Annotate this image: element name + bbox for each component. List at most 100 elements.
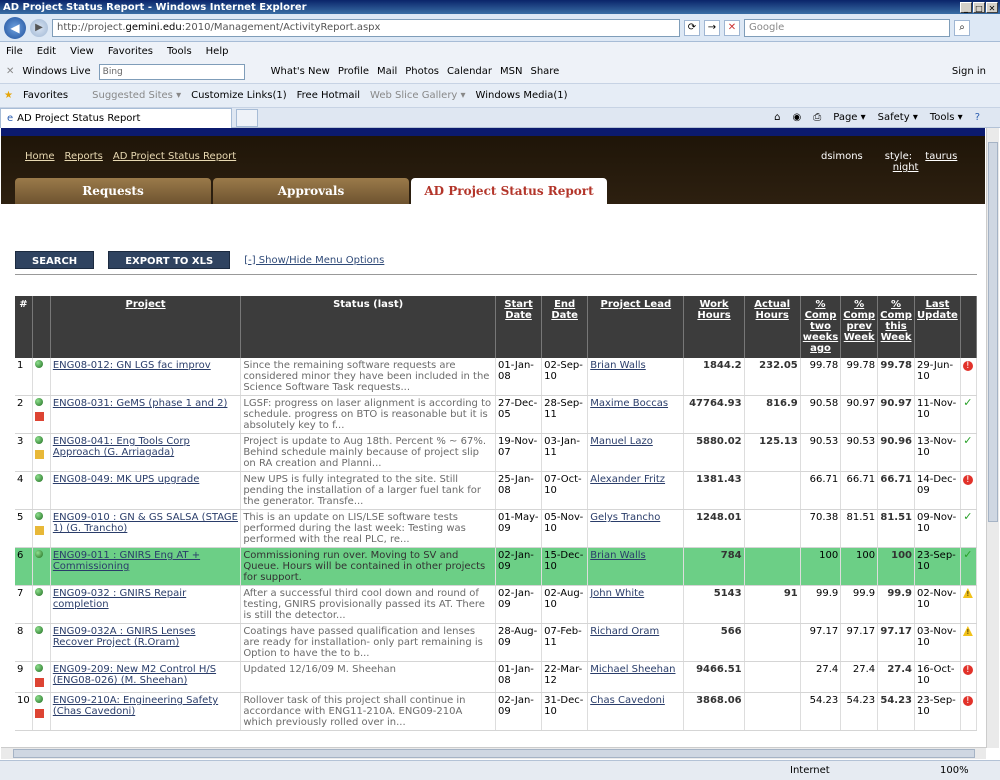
tab-approvals[interactable]: Approvals [213, 178, 409, 204]
export-xls-button[interactable]: EXPORT TO XLS [108, 251, 231, 269]
toolbar-link-profile[interactable]: Profile [338, 66, 369, 77]
breadcrumb-current[interactable]: AD Project Status Report [113, 151, 236, 162]
comp-two-weeks-cell: 99.9 [800, 585, 842, 624]
column-header[interactable]: End Date [541, 296, 589, 358]
fav-windows-media[interactable]: Windows Media(1) [476, 90, 568, 101]
go-icon[interactable]: → [704, 19, 720, 36]
feeds-icon[interactable]: ◉ [793, 112, 802, 123]
project-link[interactable]: ENG09-032A : GNIRS Lenses Recover Projec… [53, 626, 196, 648]
favorites-star-icon[interactable]: ★ [4, 90, 13, 101]
minimize-button[interactable]: _ [960, 1, 972, 13]
stop-icon[interactable]: ✕ [724, 19, 740, 36]
project-link[interactable]: ENG09-209: New M2 Control H/S (ENG08-026… [53, 664, 216, 686]
help-icon[interactable]: ? [975, 112, 980, 123]
menu-edit[interactable]: Edit [37, 46, 56, 57]
refresh-icon[interactable]: ⟳ [684, 19, 700, 36]
project-lead-link[interactable]: Chas Cavedoni [590, 695, 665, 706]
search-icon[interactable]: ⌕ [954, 19, 970, 36]
status-cell: Coatings have passed qualification and l… [240, 623, 496, 662]
search-placeholder: Google [749, 22, 785, 33]
column-header[interactable]: Project Lead [587, 296, 685, 358]
print-icon[interactable]: ⎙ [813, 112, 821, 123]
address-bar[interactable]: http://project. gemini.edu:2010/Managemen… [52, 18, 680, 37]
vertical-scrollbar[interactable] [986, 128, 999, 748]
project-link[interactable]: ENG08-041: Eng Tools Corp Approach (G. A… [53, 436, 190, 458]
project-lead-link[interactable]: Alexander Fritz [590, 474, 665, 485]
project-lead-link[interactable]: Michael Sheehan [590, 664, 675, 675]
fav-customize-links[interactable]: Customize Links(1) [191, 90, 287, 101]
zoom-level[interactable]: 100% [940, 765, 969, 776]
column-header[interactable]: % Comp two weeks ago [800, 296, 842, 358]
windows-live-link[interactable]: Windows Live [22, 66, 90, 77]
project-lead-link[interactable]: John White [590, 588, 644, 599]
breadcrumb-home[interactable]: Home [25, 151, 55, 162]
column-header[interactable]: % Comp prev Week [840, 296, 879, 358]
fav-suggested-sites[interactable]: Suggested Sites ▾ [92, 90, 181, 101]
project-lead-link[interactable]: Brian Walls [590, 550, 646, 561]
project-lead-link[interactable]: Manuel Lazo [590, 436, 653, 447]
style-taurus-link[interactable]: taurus [925, 151, 957, 162]
project-link[interactable]: ENG09-010 : GN & GS SALSA (STAGE 1) (G. … [53, 512, 238, 534]
toolbar-link-whats-new[interactable]: What's New [271, 66, 330, 77]
home-icon[interactable]: ⌂ [774, 112, 780, 123]
vertical-scroll-thumb[interactable] [988, 142, 998, 522]
menu-file[interactable]: File [6, 46, 23, 57]
browser-tab[interactable]: e AD Project Status Report [0, 107, 232, 128]
last-update-cell: 09-Nov-10 [914, 509, 961, 548]
search-input[interactable]: Google [744, 18, 950, 37]
project-link[interactable]: ENG08-012: GN LGS fac improv [53, 360, 211, 371]
back-icon[interactable]: ◀ [4, 16, 26, 39]
project-link[interactable]: ENG08-031: GeMS (phase 1 and 2) [53, 398, 228, 409]
project-lead-link[interactable]: Richard Oram [590, 626, 659, 637]
new-tab-button[interactable] [236, 108, 258, 127]
column-header[interactable]: Last Update [914, 296, 961, 358]
row-number-cell: 10 [15, 692, 33, 731]
menu-tools[interactable]: Tools [167, 46, 192, 57]
column-header[interactable]: % Comp this Week [877, 296, 915, 358]
close-toolbar-icon[interactable]: ✕ [6, 66, 14, 77]
comp-this-week-cell: 97.17 [877, 623, 915, 662]
column-header[interactable]: Project [50, 296, 242, 358]
project-lead-link[interactable]: Brian Walls [590, 360, 646, 371]
menu-help[interactable]: Help [206, 46, 229, 57]
fav-free-hotmail[interactable]: Free Hotmail [297, 90, 360, 101]
toolbar-link-calendar[interactable]: Calendar [447, 66, 492, 77]
project-link[interactable]: ENG09-011 : GNIRS Eng AT + Commissioning [53, 550, 200, 572]
column-header[interactable]: Actual Hours [744, 296, 801, 358]
bing-search-input[interactable]: Bing [98, 63, 245, 80]
forward-icon[interactable]: ▶ [30, 18, 48, 37]
toolbar-link-msn[interactable]: MSN [500, 66, 522, 77]
toolbar-link-photos[interactable]: Photos [405, 66, 439, 77]
cmd-page[interactable]: Page ▾ [833, 112, 865, 123]
column-header[interactable]: Work Hours [683, 296, 745, 358]
show-hide-menu-toggle[interactable]: [-] Show/Hide Menu Options [244, 255, 384, 266]
cmd-safety[interactable]: Safety ▾ [878, 112, 918, 123]
close-window-button[interactable]: ✕ [986, 1, 998, 13]
maximize-button[interactable]: □ [973, 1, 985, 13]
horizontal-scrollbar[interactable] [1, 747, 986, 759]
cmd-tools[interactable]: Tools ▾ [930, 112, 963, 123]
horizontal-scroll-thumb[interactable] [13, 749, 975, 758]
breadcrumb-reports[interactable]: Reports [65, 151, 103, 162]
project-lead-link[interactable]: Gelys Trancho [590, 512, 660, 523]
status-bar: Internet 100% [0, 760, 1000, 780]
project-link[interactable]: ENG09-032 : GNIRS Repair completion [53, 588, 186, 610]
tab-ad-project-status-report[interactable]: AD Project Status Report [411, 178, 607, 206]
project-link[interactable]: ENG09-210A: Engineering Safety (Chas Cav… [53, 695, 218, 717]
project-link[interactable]: ENG08-049: MK UPS upgrade [53, 474, 200, 485]
toolbar-link-share[interactable]: Share [530, 66, 559, 77]
search-button[interactable]: SEARCH [15, 251, 95, 269]
menu-view[interactable]: View [70, 46, 94, 57]
toolbar-link-mail[interactable]: Mail [377, 66, 397, 77]
menu-favorites[interactable]: Favorites [108, 46, 153, 57]
style-night-link[interactable]: night [893, 162, 919, 173]
project-lead-link[interactable]: Maxime Boccas [590, 398, 668, 409]
sign-in-link[interactable]: Sign in [952, 66, 1000, 77]
end-date-cell: 05-Nov-10 [541, 509, 589, 548]
fav-web-slice-gallery[interactable]: Web Slice Gallery ▾ [370, 90, 466, 101]
tab-requests[interactable]: Requests [15, 178, 211, 204]
favorites-button[interactable]: Favorites [23, 90, 68, 101]
column-header[interactable]: Start Date [495, 296, 543, 358]
table-row: 9 ENG09-209: New M2 Control H/S (ENG08-02… [15, 661, 978, 693]
project-lead-cell: John White [587, 585, 685, 624]
